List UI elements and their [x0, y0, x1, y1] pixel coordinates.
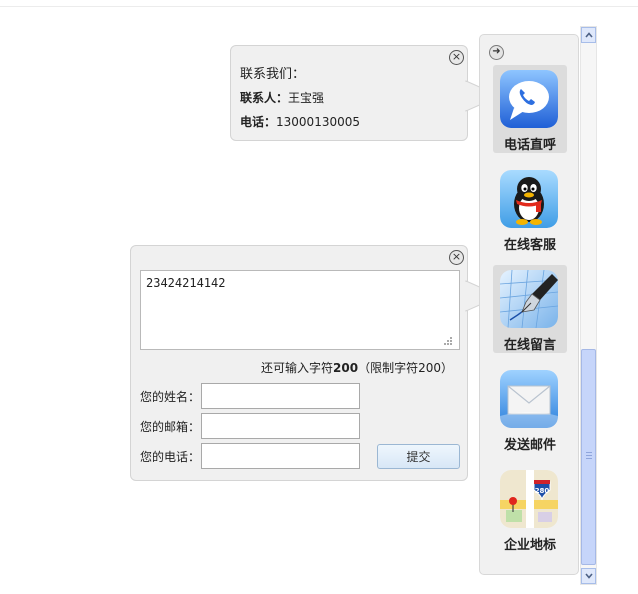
- email-input[interactable]: [201, 413, 360, 439]
- collapse-arrow-icon[interactable]: ➜: [489, 45, 504, 60]
- map-icon: 280: [500, 470, 558, 528]
- contact-phone-label: 电话：: [240, 115, 277, 129]
- map-shield-text: 280: [535, 487, 550, 495]
- fountain-pen-icon: [500, 270, 558, 328]
- contact-person: 联系人：王宝强: [240, 89, 324, 106]
- contact-popup: × 联系我们： 联系人：王宝强 电话：13000130005: [230, 45, 468, 141]
- chevron-up-icon: [584, 32, 593, 38]
- qq-penguin-icon: [500, 170, 558, 228]
- message-popup: × 23424214142 还可输入字符200（限制字符200） 您的姓名： 您…: [130, 245, 468, 481]
- phone-input[interactable]: [201, 443, 360, 469]
- email-label: 您的邮箱：: [140, 420, 201, 434]
- side-item-label: 在线客服: [503, 238, 556, 253]
- scroll-down-button[interactable]: [581, 568, 596, 584]
- name-input[interactable]: [201, 383, 360, 409]
- scroll-grip: [586, 452, 592, 459]
- contact-person-label: 联系人：: [240, 91, 289, 105]
- contact-phone: 电话：13000130005: [240, 113, 360, 130]
- message-textarea[interactable]: 23424214142: [140, 270, 460, 350]
- contact-person-value: 王宝强: [288, 91, 325, 105]
- side-item-label: 发送邮件: [503, 438, 556, 453]
- top-divider: [0, 6, 638, 7]
- char-counter: 还可输入字符200（限制字符200）: [261, 359, 453, 376]
- close-icon[interactable]: ×: [449, 50, 464, 65]
- side-item-message[interactable]: 在线留言: [493, 265, 567, 353]
- side-item-map[interactable]: 280 企业地标: [493, 465, 567, 553]
- close-icon[interactable]: ×: [449, 250, 464, 265]
- side-panel: ➜ 电话直呼 在线客服 在线留言 发送邮件 280 企业地标: [479, 34, 579, 575]
- scroll-up-button[interactable]: [581, 27, 596, 43]
- counter-remaining: 200: [333, 361, 359, 375]
- phone-bubble-icon: [500, 70, 558, 128]
- counter-prefix: 还可输入字符: [261, 361, 334, 375]
- resize-grip-icon[interactable]: [443, 336, 453, 346]
- side-item-mail[interactable]: 发送邮件: [493, 365, 567, 453]
- side-item-qq[interactable]: 在线客服: [493, 165, 567, 253]
- side-item-label: 企业地标: [503, 538, 556, 553]
- chevron-down-icon: [584, 573, 593, 579]
- contact-phone-value: 13000130005: [276, 115, 360, 129]
- vertical-scrollbar[interactable]: [580, 26, 597, 585]
- counter-suffix: （限制字符200）: [358, 361, 453, 375]
- name-label: 您的姓名：: [140, 390, 201, 404]
- contact-title: 联系我们：: [240, 67, 306, 82]
- side-item-phone[interactable]: 电话直呼: [493, 65, 567, 153]
- submit-button[interactable]: 提交: [377, 444, 460, 469]
- side-item-label: 在线留言: [503, 338, 556, 353]
- scroll-thumb[interactable]: [581, 349, 596, 565]
- phone-label: 您的电话：: [140, 450, 201, 464]
- mail-envelope-icon: [500, 370, 558, 428]
- side-item-label: 电话直呼: [503, 138, 556, 153]
